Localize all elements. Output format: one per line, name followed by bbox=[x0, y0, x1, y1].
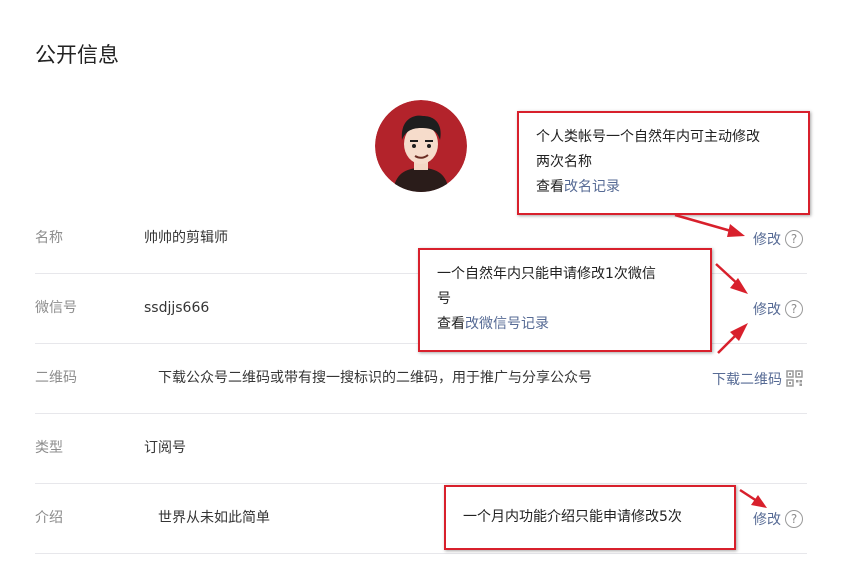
introduction-label: 介绍 bbox=[35, 510, 63, 526]
name-note-record-line: 查看改名记录 bbox=[536, 175, 791, 200]
wechat-note-prefix: 查看 bbox=[437, 316, 465, 332]
question-circle-icon[interactable]: ? bbox=[785, 509, 803, 528]
edit-introduction-label: 修改 bbox=[753, 511, 781, 528]
edit-introduction-button[interactable]: 修改 ? bbox=[753, 484, 803, 553]
wechat-note-line2: 号 bbox=[437, 291, 451, 307]
wechat-note-record-line: 查看改微信号记录 bbox=[437, 312, 693, 337]
question-circle-icon[interactable]: ? bbox=[785, 229, 803, 248]
name-value: 帅帅的剪辑师 bbox=[144, 230, 228, 246]
row-qr-code: 二维码 下载公众号二维码或带有搜一搜标识的二维码，用于推广与分享公众号 下载二维… bbox=[35, 344, 807, 414]
name-note-prefix: 查看 bbox=[536, 179, 564, 195]
question-circle-icon[interactable]: ? bbox=[785, 299, 803, 318]
name-note-line2: 两次名称 bbox=[536, 154, 592, 170]
edit-wechat-id-label: 修改 bbox=[753, 301, 781, 318]
introduction-change-note: 一个月内功能介绍只能申请修改5次 bbox=[444, 485, 736, 550]
edit-name-label: 修改 bbox=[753, 231, 781, 248]
row-account-type: 类型 订阅号 bbox=[35, 414, 807, 484]
name-note-line1: 个人类帐号一个自然年内可主动修改 bbox=[536, 129, 760, 145]
account-type-label: 类型 bbox=[35, 440, 63, 456]
wechat-note-line1: 一个自然年内只能申请修改1次微信 bbox=[437, 266, 656, 282]
avatar[interactable] bbox=[375, 100, 467, 192]
download-qr-label: 下载二维码 bbox=[712, 371, 782, 388]
qr-code-description: 下载公众号二维码或带有搜一搜标识的二维码，用于推广与分享公众号 bbox=[158, 370, 592, 386]
download-qr-button[interactable]: 下载二维码 bbox=[712, 344, 803, 413]
wechat-id-label: 微信号 bbox=[35, 300, 77, 316]
qr-code-icon bbox=[786, 370, 803, 387]
wechat-id-change-note: 一个自然年内只能申请修改1次微信 号 查看改微信号记录 bbox=[418, 248, 712, 352]
page-title: 公开信息 bbox=[35, 43, 119, 67]
account-type-value: 订阅号 bbox=[144, 440, 186, 456]
wechat-id-value: ssdjjs666 bbox=[144, 300, 210, 316]
name-change-note: 个人类帐号一个自然年内可主动修改 两次名称 查看改名记录 bbox=[517, 111, 810, 215]
wechat-id-history-link[interactable]: 改微信号记录 bbox=[465, 316, 549, 332]
qr-code-label: 二维码 bbox=[35, 370, 77, 386]
edit-wechat-id-button[interactable]: 修改 ? bbox=[753, 274, 803, 343]
name-history-link[interactable]: 改名记录 bbox=[564, 179, 620, 195]
introduction-value: 世界从未如此简单 bbox=[158, 510, 270, 526]
name-label: 名称 bbox=[35, 230, 63, 246]
intro-note-line1: 一个月内功能介绍只能申请修改5次 bbox=[463, 509, 682, 525]
